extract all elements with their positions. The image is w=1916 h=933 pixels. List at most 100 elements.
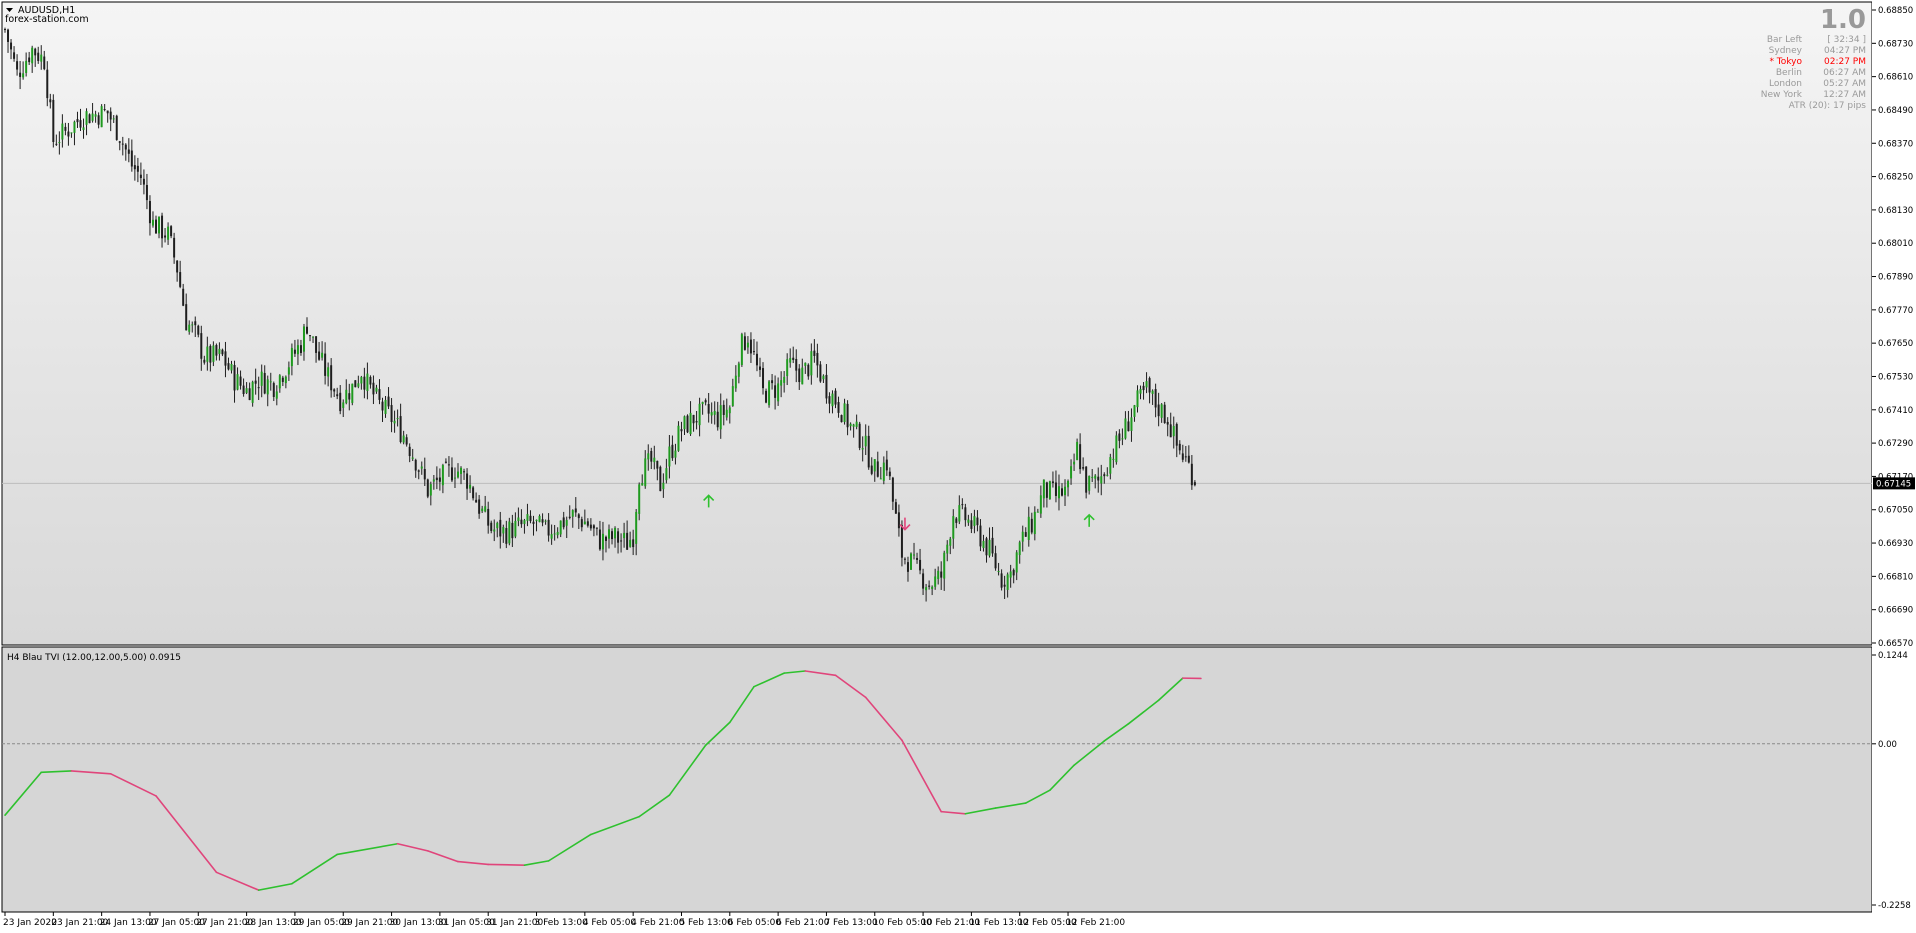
time-axis-label: 4 Feb 05:00	[583, 918, 637, 928]
candle-body	[825, 374, 828, 399]
candle-body	[922, 573, 925, 589]
candle-body	[719, 405, 722, 430]
price-axis-label: 0.66930	[1878, 539, 1913, 549]
candle-body	[272, 383, 275, 397]
candle-body	[961, 504, 964, 506]
candle-body	[1064, 486, 1067, 496]
candle-body	[118, 141, 121, 143]
candle-body	[469, 484, 472, 489]
candle-body	[777, 383, 780, 402]
candle-body	[1148, 378, 1151, 393]
candle-body	[182, 288, 185, 306]
candle-body	[112, 118, 115, 120]
candle-body	[973, 516, 976, 526]
candle-body	[396, 418, 399, 420]
candle-body	[740, 334, 743, 365]
candle-body	[943, 552, 946, 579]
candle-body	[671, 444, 674, 459]
candle-body	[810, 351, 813, 376]
candle-body	[937, 570, 940, 580]
candle-body	[864, 435, 867, 447]
candle-body	[453, 477, 456, 479]
candle	[508, 517, 511, 546]
candle-body	[553, 533, 556, 535]
time-axis-label: 3 Feb 13:00	[535, 918, 589, 928]
watermark-text: forex-station.com	[5, 14, 89, 25]
candle-body	[1030, 518, 1033, 533]
candle-body	[897, 512, 900, 529]
indicator-axis-label: 0.1244	[1878, 651, 1908, 661]
candle-body	[798, 368, 801, 383]
candle-body	[843, 403, 846, 422]
session-value: 02:27 PM	[1824, 57, 1866, 67]
candle-body	[635, 511, 638, 544]
candle-body	[752, 351, 755, 353]
trading-chart[interactable]: 0.68850 0.68730 0.68610 0.68490 0.68370 0.682…	[0, 0, 1916, 933]
candle-body	[680, 429, 683, 432]
candle-body	[728, 407, 731, 414]
candle-body	[894, 502, 897, 514]
candle-body	[1082, 467, 1085, 469]
candle-body	[1166, 421, 1169, 425]
candle-body	[127, 149, 130, 154]
candle-body	[306, 326, 308, 334]
candle-body	[142, 178, 145, 185]
indicator-panel[interactable]	[1, 646, 1873, 913]
candle-body	[620, 540, 623, 542]
candle-body	[888, 471, 891, 477]
candle-body	[170, 226, 173, 237]
candle-body	[653, 457, 656, 463]
candle-body	[188, 324, 191, 332]
candle-body	[1000, 573, 1003, 588]
candle-body	[158, 216, 161, 234]
candle-body	[1009, 571, 1012, 578]
candle-body	[813, 350, 816, 356]
candle-body	[61, 123, 64, 140]
candle-body	[345, 389, 348, 404]
session-label: New York	[1761, 90, 1803, 100]
candle-body	[547, 519, 550, 536]
candle-body	[28, 57, 31, 63]
candle-body	[312, 336, 315, 338]
candle-body	[447, 464, 450, 466]
candle-body	[85, 111, 88, 125]
candle-body	[290, 347, 293, 367]
candle-body	[755, 353, 758, 366]
candle-body	[1112, 458, 1115, 461]
candle-body	[964, 507, 967, 521]
candle-body	[417, 470, 420, 472]
candle-body	[1160, 404, 1163, 418]
candle-body	[64, 126, 67, 131]
candle-body	[466, 473, 469, 489]
price-axis-label: 0.68130	[1878, 206, 1913, 216]
candle-body	[701, 401, 704, 405]
candle-body	[568, 516, 571, 518]
atr-label: ATR (20): 17 pips	[1789, 101, 1867, 111]
price-axis-label: 0.67890	[1878, 273, 1913, 283]
candle-body	[580, 519, 583, 528]
price-axis-label: 0.68850	[1878, 6, 1913, 16]
candle-body	[822, 375, 825, 380]
price-panel[interactable]	[1, 1, 1873, 646]
candle-body	[124, 144, 127, 150]
candle-body	[309, 335, 312, 337]
candle-body	[248, 388, 251, 401]
candle	[1115, 431, 1118, 465]
price-axis-label: 0.66690	[1878, 606, 1913, 616]
candle-body	[517, 517, 520, 521]
candle-body	[604, 536, 607, 541]
candle-body	[393, 420, 396, 424]
candle-body	[1136, 390, 1139, 408]
session-value: 06:27 AM	[1823, 68, 1866, 78]
candle-body	[991, 537, 994, 554]
time-axis-label: 5 Feb 13:00	[679, 918, 733, 928]
candle	[768, 380, 771, 408]
candle-body	[49, 99, 52, 103]
candle-body	[233, 365, 236, 391]
candle-body	[1079, 444, 1082, 470]
candle-body	[378, 389, 381, 400]
price-axis-label: 0.68010	[1878, 239, 1913, 249]
time-axis-label: 6 Feb 05:00	[728, 918, 782, 928]
candle-body	[1024, 532, 1027, 537]
candle-body	[402, 435, 405, 443]
